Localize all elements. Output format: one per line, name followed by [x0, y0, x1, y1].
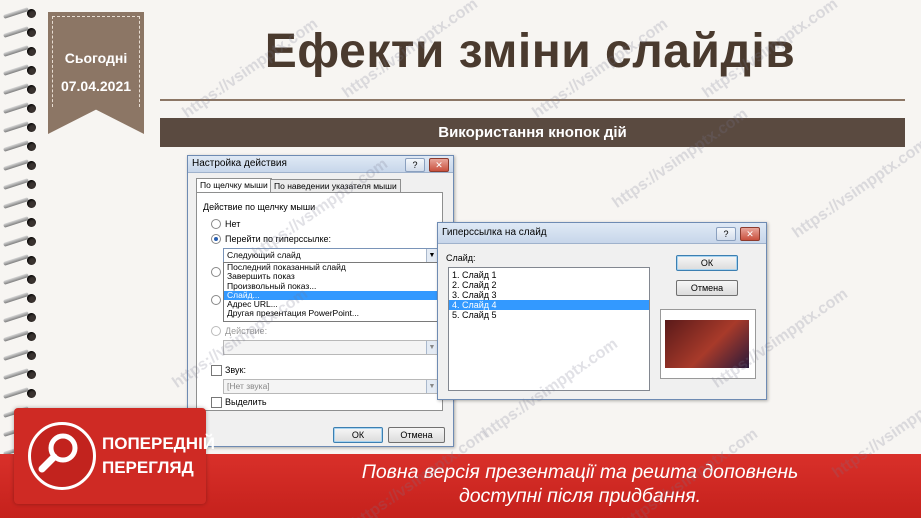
help-button[interactable]: ? — [405, 158, 425, 172]
binding-ring — [3, 197, 39, 209]
binding-ring — [3, 254, 39, 266]
search-icon — [28, 422, 96, 490]
tab-on-click[interactable]: По щелчку мыши — [196, 178, 272, 192]
slide-preview-image — [665, 320, 749, 368]
slide-list-item[interactable]: 4. Слайд 4 — [449, 300, 649, 310]
binding-ring — [3, 26, 39, 38]
slide: Сьогодні 07.04.2021 Ефекти зміни слайдів… — [0, 0, 921, 518]
slide-title: Ефекти зміни слайдів — [264, 25, 796, 78]
title-divider — [160, 99, 905, 101]
radio-action[interactable] — [211, 326, 221, 336]
slide-subtitle: Використання кнопок дій — [160, 118, 905, 147]
binding-ring — [3, 64, 39, 76]
tab-on-hover[interactable]: По наведении указателя мыши — [270, 179, 401, 193]
action-select[interactable]: ▼ — [223, 340, 438, 355]
radio-none-label: Нет — [225, 219, 241, 229]
dropdown-option[interactable]: Другая презентация PowerPoint... — [224, 309, 438, 319]
date-ribbon: Сьогодні 07.04.2021 — [48, 12, 144, 134]
close-button[interactable]: ✕ — [740, 227, 760, 241]
sound-select-value: [Нет звука] — [227, 381, 270, 391]
binding-ring — [3, 292, 39, 304]
preview-badge-text: ПОПЕРЕДНІЙ ПЕРЕГЛЯД — [102, 432, 215, 480]
hyperlink-to-slide-dialog: Гиперссылка на слайд ? ✕ Слайд: 1. Слайд… — [437, 222, 767, 400]
dialog-title: Настройка действия — [192, 158, 287, 169]
ok-button[interactable]: ОК — [333, 427, 383, 443]
radio-hyperlink[interactable] — [211, 234, 221, 244]
purchase-message-line2: доступні після придбання. — [458, 485, 702, 507]
ok-button[interactable]: ОК — [676, 255, 738, 271]
preview-badge-line2: ПЕРЕГЛЯД — [102, 458, 194, 477]
chevron-down-icon[interactable]: ▼ — [426, 249, 437, 262]
slide-list-item[interactable]: 1. Слайд 1 — [449, 270, 649, 280]
cancel-button[interactable]: Отмена — [676, 280, 738, 296]
hyperlink-dropdown: Последний показанный слайд Завершить пока… — [223, 262, 439, 322]
binding-ring — [3, 216, 39, 228]
highlight-label: Выделить — [225, 397, 267, 407]
binding-ring — [3, 235, 39, 247]
chevron-down-icon: ▼ — [426, 380, 437, 393]
slide-list-item[interactable]: 2. Слайд 2 — [449, 280, 649, 290]
binding-ring — [3, 387, 39, 399]
preview-badge-line1: ПОПЕРЕДНІЙ — [102, 434, 216, 453]
slide-list-item[interactable]: 5. Слайд 5 — [449, 310, 649, 320]
help-button[interactable]: ? — [716, 227, 736, 241]
dialog-title: Гиперссылка на слайд — [442, 227, 547, 238]
binding-ring — [3, 83, 39, 95]
cancel-button[interactable]: Отмена — [388, 427, 445, 443]
radio-run-macro[interactable] — [211, 295, 221, 305]
binding-ring — [3, 7, 39, 19]
preview-badge[interactable]: ПОПЕРЕДНІЙ ПЕРЕГЛЯД — [14, 408, 215, 504]
slide-list[interactable]: 1. Слайд 1 2. Слайд 2 3. Слайд 3 4. Слайд 4… — [448, 267, 650, 391]
slide-list-item[interactable]: 3. Слайд 3 — [449, 290, 649, 300]
slide-list-label: Слайд: — [446, 253, 476, 263]
sound-select[interactable]: [Нет звука] ▼ — [223, 379, 438, 394]
hyperlink-select-value: Следующий слайд — [227, 250, 301, 260]
binding-ring — [3, 140, 39, 152]
chevron-down-icon: ▼ — [426, 341, 437, 354]
binding-ring — [3, 311, 39, 323]
purchase-message-line1: Повна версія презентації та решта доповн… — [361, 461, 799, 483]
binding-ring — [3, 368, 39, 380]
binding-ring — [3, 45, 39, 57]
binding-ring — [3, 159, 39, 171]
radio-action-label: Действие: — [225, 326, 268, 336]
tab-panel: Действие по щелчку мыши Нет Перейти по г… — [196, 192, 443, 411]
dialog-titlebar[interactable]: Гиперссылка на слайд ? ✕ — [438, 223, 766, 244]
date-value: 07.04.2021 — [60, 78, 132, 94]
sound-checkbox[interactable] — [211, 365, 222, 376]
binding-ring — [3, 349, 39, 361]
binding-ring — [3, 273, 39, 285]
close-button[interactable]: ✕ — [429, 158, 449, 172]
action-settings-dialog: Настройка действия ? ✕ По щелчку мыши По… — [187, 155, 454, 447]
sound-label: Звук: — [225, 365, 246, 375]
binding-ring — [3, 121, 39, 133]
binding-ring — [3, 102, 39, 114]
slide-preview-thumbnail — [660, 309, 756, 379]
binding-ring — [3, 178, 39, 190]
radio-none[interactable] — [211, 219, 221, 229]
purchase-message: Повна версія презентації та решта доповн… — [280, 454, 880, 508]
radio-run-program[interactable] — [211, 267, 221, 277]
dialog-titlebar[interactable]: Настройка действия ? ✕ — [188, 156, 453, 173]
date-label: Сьогодні — [64, 50, 128, 66]
radio-hyperlink-label: Перейти по гиперссылке: — [225, 234, 332, 244]
binding-ring — [3, 330, 39, 342]
hyperlink-select[interactable]: Следующий слайд ▼ — [223, 248, 438, 263]
highlight-checkbox[interactable] — [211, 397, 222, 408]
watermark-text: https://vsimpptx.com — [789, 135, 921, 242]
group-label: Действие по щелчку мыши — [203, 202, 316, 212]
